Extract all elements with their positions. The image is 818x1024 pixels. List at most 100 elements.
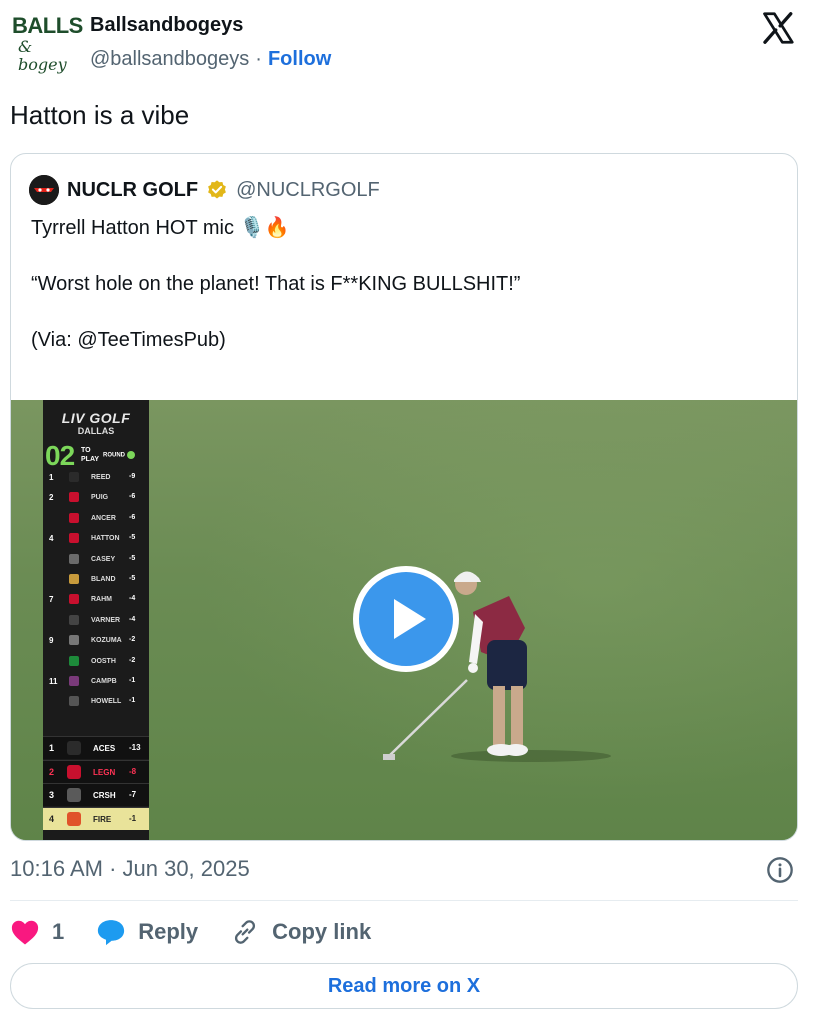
leaderboard-player-row: 9 KOZUMA -2 — [43, 631, 149, 651]
leaderboard-city: DALLAS — [77, 426, 115, 436]
to-play-label: TO PLAY — [81, 447, 100, 463]
team-score: -8 — [129, 766, 137, 776]
like-count: 1 — [52, 919, 65, 944]
team-logo-icon — [69, 574, 79, 584]
player-score: -2 — [129, 656, 136, 664]
team-position: 1 — [49, 743, 55, 753]
verified-badge-icon — [208, 180, 226, 199]
quote-line-2: “Worst hole on the planet! That is F**KI… — [31, 273, 521, 295]
player-score: -6 — [129, 513, 136, 521]
tweet-text: Hatton is a vibe — [10, 100, 190, 130]
player-score: -2 — [129, 636, 136, 644]
reply-bubble-icon — [98, 920, 125, 946]
player-name: CAMPB — [91, 678, 117, 685]
logo-text-line1: BALLS — [12, 13, 83, 38]
quote-author-handle[interactable]: @NUCLRGOLF — [236, 179, 380, 202]
team-score: -7 — [129, 790, 137, 799]
player-score: -9 — [129, 473, 136, 480]
player-name: HOWELL — [91, 698, 122, 706]
team-name: ACES — [93, 744, 116, 753]
player-score: -5 — [129, 554, 136, 562]
leaderboard-player-row: HOWELL -1 — [43, 692, 149, 712]
author-meta: @ballsandbogeys · Follow — [90, 48, 331, 71]
team-score: -13 — [129, 743, 141, 752]
video-player[interactable]: LIV GOLF DALLAS 02 TO PLAY ROUND 1 REED -9 2… — [11, 400, 797, 840]
player-name: REED — [91, 474, 111, 481]
player-position: 1 — [49, 473, 54, 482]
team-logo-icon — [69, 594, 79, 605]
quoted-tweet[interactable]: NUCLR GOLF @NUCLRGOLF Tyrrell Hatton HOT… — [10, 153, 798, 841]
team-logo-icon — [69, 472, 79, 482]
player-name: VARNER — [91, 616, 121, 624]
copy-link-label: Copy link — [272, 919, 372, 944]
team-name: CRSH — [93, 791, 116, 800]
player-position: 9 — [49, 636, 54, 646]
tweet-timestamp[interactable]: 10:16 AM · Jun 30, 2025 — [10, 856, 250, 882]
team-logo-icon — [69, 533, 79, 544]
nuclr-logo-icon — [29, 175, 59, 205]
tweet-header: BALLS & bogey Ballsandbogeys @ballsandbo… — [0, 0, 818, 90]
player-score: -4 — [129, 615, 136, 623]
team-logo-icon — [67, 811, 81, 826]
follow-button[interactable]: Follow — [268, 48, 331, 70]
quote-line-1: Tyrrell Hatton HOT mic 🎙️🔥 — [31, 217, 290, 239]
quote-body: Tyrrell Hatton HOT mic 🎙️🔥 “Worst hole o… — [31, 214, 520, 382]
quote-author-name[interactable]: NUCLR GOLF — [67, 179, 198, 202]
quote-avatar[interactable] — [29, 175, 59, 205]
player-name: ANCER — [91, 514, 116, 522]
x-logo-icon[interactable] — [760, 10, 796, 46]
leaderboard-player-row: OOSTH -2 — [43, 652, 149, 672]
liv-golf-logo: LIV GOLF — [61, 410, 131, 426]
link-icon — [235, 920, 256, 944]
player-name: CASEY — [91, 555, 116, 563]
team-logo-icon — [69, 512, 79, 523]
leaderboard-player-row: BLAND -5 — [43, 570, 149, 590]
play-icon — [394, 599, 426, 639]
team-position: 3 — [49, 790, 55, 800]
player-name: PUIG — [91, 494, 109, 502]
copy-link-button[interactable]: Copy link — [230, 918, 371, 946]
player-score: -6 — [129, 493, 136, 501]
heart-icon — [11, 920, 39, 945]
logo-text-line2: & bogey — [18, 37, 67, 74]
tweet-actions: 1 Reply Copy link — [10, 914, 403, 950]
leaderboard-player-row: 4 HATTON -5 — [43, 529, 149, 549]
reply-button[interactable]: Reply — [96, 918, 198, 946]
player-score: -1 — [129, 677, 136, 684]
author-handle[interactable]: @ballsandbogeys — [90, 48, 249, 70]
player-position: 11 — [49, 677, 58, 686]
player-name: KOZUMA — [91, 637, 122, 645]
player-score: -5 — [129, 575, 136, 582]
leaderboard-team-row: 3 CRSH -7 — [43, 783, 149, 806]
team-position: 2 — [49, 766, 55, 777]
player-score: -5 — [129, 534, 136, 542]
quote-header: NUCLR GOLF @NUCLRGOLF — [29, 175, 380, 205]
play-button[interactable] — [353, 566, 459, 672]
player-position: 2 — [49, 493, 54, 503]
divider — [10, 900, 798, 901]
leaderboard-player-row: CASEY -5 — [43, 550, 149, 570]
read-more-button[interactable]: Read more on X — [10, 963, 798, 1009]
team-logo-icon — [69, 635, 79, 646]
like-button[interactable]: 1 — [10, 918, 64, 946]
team-logo-icon — [69, 676, 79, 686]
team-position: 4 — [49, 813, 55, 824]
author-name[interactable]: Ballsandbogeys — [90, 14, 243, 37]
player-position: 7 — [49, 595, 54, 605]
leaderboard-player-row: ANCER -6 — [43, 509, 149, 529]
team-logo-icon — [67, 741, 81, 755]
team-logo-icon — [67, 788, 81, 802]
reply-label: Reply — [138, 919, 199, 944]
player-name: OOSTH — [91, 657, 116, 665]
leaderboard-player-row: 7 RAHM -4 — [43, 590, 149, 610]
player-score: -1 — [129, 697, 136, 705]
leaderboard-player-row: 1 REED -9 — [43, 468, 149, 488]
info-icon[interactable] — [766, 856, 794, 884]
player-position: 4 — [49, 534, 54, 544]
team-logo-icon — [69, 553, 79, 564]
leaderboard-player-row: 11 CAMPB -1 — [43, 672, 149, 692]
leaderboard-player-row: 2 PUIG -6 — [43, 488, 149, 508]
team-name: FIRE — [93, 814, 112, 824]
author-avatar[interactable]: BALLS & bogey — [12, 13, 83, 74]
leaderboard: LIV GOLF DALLAS 02 TO PLAY ROUND 1 REED -9 2… — [43, 400, 149, 840]
